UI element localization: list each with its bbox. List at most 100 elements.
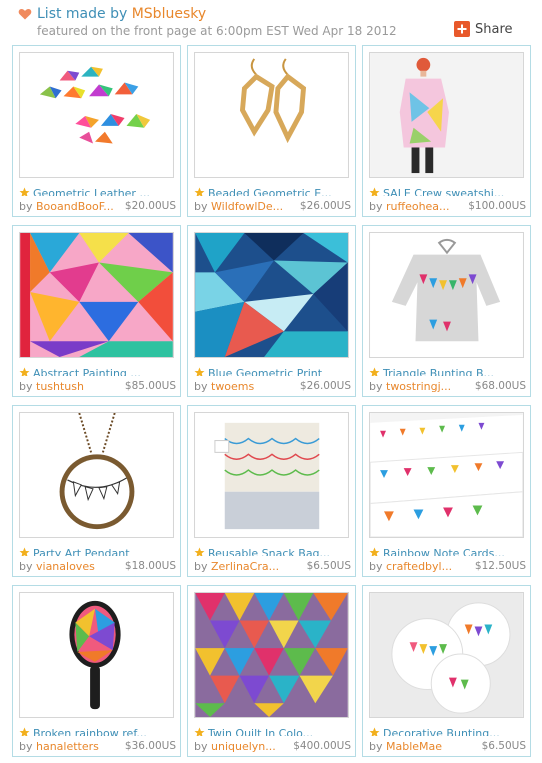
- item-price: $26.00US: [299, 380, 351, 392]
- item-meta: by twostringj... $68.00US: [369, 380, 526, 394]
- item-price: $36.00US: [124, 740, 176, 752]
- item-card: Blue Geometric Print by twoems $26.00US: [187, 225, 356, 397]
- item-image: [20, 53, 173, 177]
- star-icon[interactable]: [369, 727, 380, 736]
- item-thumbnail[interactable]: [19, 592, 174, 718]
- plus-icon: [454, 21, 470, 37]
- item-meta: by tushtush $85.00US: [19, 380, 176, 394]
- star-icon[interactable]: [194, 187, 205, 196]
- item-image: [20, 233, 173, 357]
- item-thumbnail[interactable]: [194, 592, 349, 718]
- item-title-row: Reusable Snack Bag...: [194, 542, 352, 556]
- item-image: [195, 593, 348, 717]
- item-title-link[interactable]: Triangle Bunting B...: [383, 367, 494, 376]
- title-prefix: List made by: [37, 6, 132, 22]
- item-card: Geometric Leather ... by BooandBooF... $…: [12, 45, 181, 217]
- item-thumbnail[interactable]: [19, 232, 174, 358]
- item-thumbnail[interactable]: [19, 52, 174, 178]
- item-meta: by ruffeohea... $100.00US: [369, 200, 526, 214]
- star-icon[interactable]: [194, 547, 205, 556]
- item-image: [195, 413, 348, 537]
- item-meta: by craftedbyl... $12.50US: [369, 560, 526, 574]
- shop-link[interactable]: uniquelyn...: [211, 740, 276, 753]
- curator-link[interactable]: MSbluesky: [132, 6, 206, 22]
- heart-icon[interactable]: [18, 7, 32, 21]
- by-label: by: [369, 560, 383, 573]
- star-icon[interactable]: [194, 367, 205, 376]
- item-price: $20.00US: [124, 200, 176, 212]
- by-label: by: [194, 380, 208, 393]
- item-title-link[interactable]: Twin Quilt In Colo...: [208, 727, 313, 736]
- item-meta: by hanaletters $36.00US: [19, 740, 176, 754]
- star-icon[interactable]: [19, 547, 30, 556]
- item-thumbnail[interactable]: [194, 52, 349, 178]
- shop-link[interactable]: WildfowlDe...: [211, 200, 283, 213]
- item-title-row: Rainbow Note Cards...: [369, 542, 527, 556]
- item-title-row: Twin Quilt In Colo...: [194, 722, 352, 736]
- share-label: Share: [475, 21, 513, 37]
- shop-link[interactable]: ZerlinaCra...: [211, 560, 279, 573]
- item-card: Decorative Bunting... by MableMae $6.50U…: [362, 585, 531, 757]
- item-price: $400.00US: [293, 740, 351, 752]
- item-thumbnail[interactable]: [369, 592, 524, 718]
- item-thumbnail[interactable]: [19, 412, 174, 538]
- by-label: by: [19, 200, 33, 213]
- by-label: by: [19, 380, 33, 393]
- item-price: $6.50US: [481, 740, 526, 752]
- item-meta: by ZerlinaCra... $6.50US: [194, 560, 351, 574]
- item-meta: by MableMae $6.50US: [369, 740, 526, 754]
- shop-link[interactable]: twoems: [211, 380, 254, 393]
- featured-note: featured on the front page at 6:00pm EST…: [37, 24, 397, 38]
- shop-link[interactable]: hanaletters: [36, 740, 99, 753]
- share-button[interactable]: Share: [454, 20, 513, 38]
- shop-link[interactable]: MableMae: [386, 740, 442, 753]
- item-title-link[interactable]: Geometric Leather ...: [33, 187, 150, 196]
- by-label: by: [19, 560, 33, 573]
- shop-link[interactable]: twostringj...: [386, 380, 451, 393]
- star-icon[interactable]: [19, 727, 30, 736]
- item-title-row: Abstract Painting ...: [19, 362, 177, 376]
- star-icon[interactable]: [19, 187, 30, 196]
- item-title-link[interactable]: Reusable Snack Bag...: [208, 547, 330, 556]
- item-title-row: Decorative Bunting...: [369, 722, 527, 736]
- item-thumbnail[interactable]: [194, 412, 349, 538]
- item-card: Rainbow Note Cards... by craftedbyl... $…: [362, 405, 531, 577]
- shop-link[interactable]: vianaloves: [36, 560, 95, 573]
- item-title-link[interactable]: SALE Crew sweatshi...: [383, 187, 504, 196]
- item-title-row: Geometric Leather ...: [19, 182, 177, 196]
- star-icon[interactable]: [369, 187, 380, 196]
- item-card: Party Art Pendant by vianaloves $18.00US: [12, 405, 181, 577]
- item-title-link[interactable]: Beaded Geometric E...: [208, 187, 332, 196]
- item-meta: by vianaloves $18.00US: [19, 560, 176, 574]
- item-title-link[interactable]: Rainbow Note Cards...: [383, 547, 505, 556]
- item-image: [195, 53, 348, 177]
- item-card: Abstract Painting ... by tushtush $85.00…: [12, 225, 181, 397]
- item-meta: by uniquelyn... $400.00US: [194, 740, 351, 754]
- item-image: [195, 233, 348, 357]
- item-image: [370, 53, 523, 177]
- item-price: $85.00US: [124, 380, 176, 392]
- shop-link[interactable]: BooandBooF...: [36, 200, 114, 213]
- by-label: by: [369, 740, 383, 753]
- item-card: Triangle Bunting B... by twostringj... $…: [362, 225, 531, 397]
- star-icon[interactable]: [194, 727, 205, 736]
- item-price: $100.00US: [468, 200, 526, 212]
- item-title-link[interactable]: Blue Geometric Print: [208, 367, 322, 376]
- item-thumbnail[interactable]: [369, 232, 524, 358]
- shop-link[interactable]: tushtush: [36, 380, 84, 393]
- item-card: SALE Crew sweatshi... by ruffeohea... $1…: [362, 45, 531, 217]
- item-title-link[interactable]: Broken rainbow ref...: [33, 727, 147, 736]
- item-title-link[interactable]: Abstract Painting ...: [33, 367, 141, 376]
- item-thumbnail[interactable]: [369, 412, 524, 538]
- item-title-link[interactable]: Party Art Pendant: [33, 547, 130, 556]
- star-icon[interactable]: [369, 367, 380, 376]
- item-thumbnail[interactable]: [194, 232, 349, 358]
- item-thumbnail[interactable]: [369, 52, 524, 178]
- item-card: Broken rainbow ref... by hanaletters $36…: [12, 585, 181, 757]
- item-title-link[interactable]: Decorative Bunting...: [383, 727, 500, 736]
- star-icon[interactable]: [19, 367, 30, 376]
- shop-link[interactable]: ruffeohea...: [386, 200, 450, 213]
- item-image: [20, 593, 173, 717]
- star-icon[interactable]: [369, 547, 380, 556]
- shop-link[interactable]: craftedbyl...: [386, 560, 452, 573]
